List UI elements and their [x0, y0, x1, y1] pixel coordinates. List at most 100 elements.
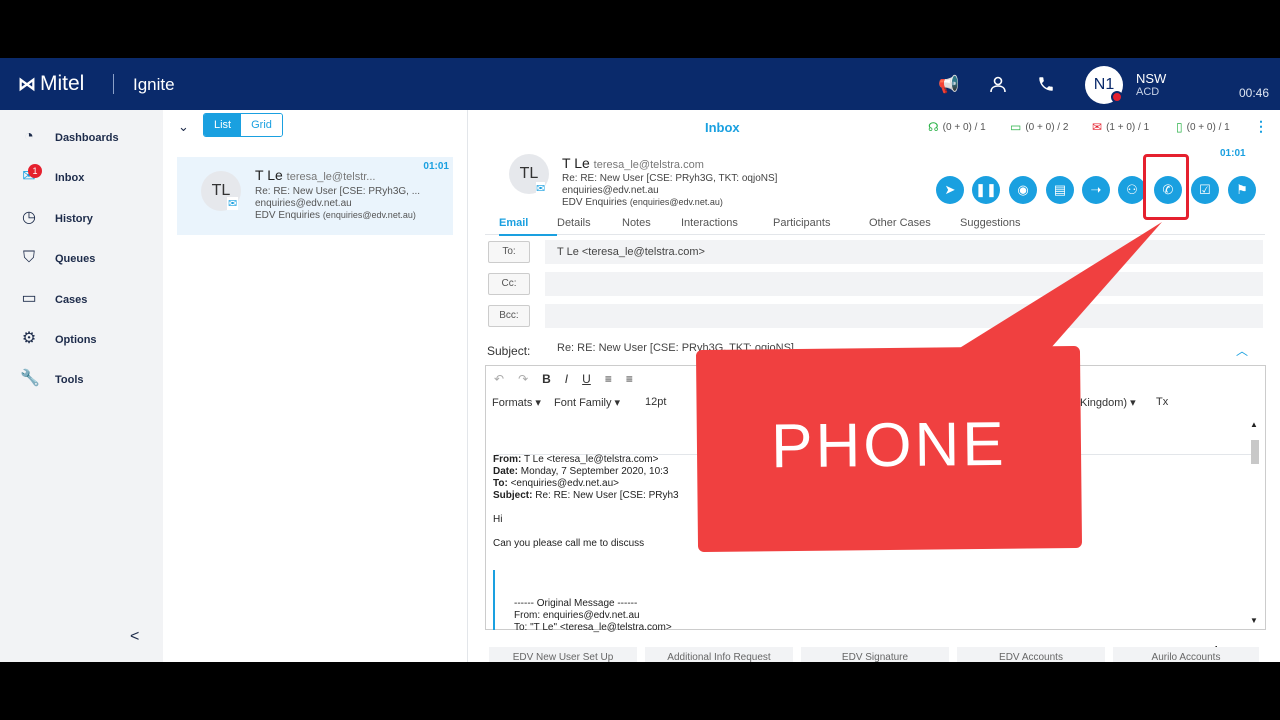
redo-icon[interactable]: ↷	[518, 372, 528, 386]
font-family-dropdown[interactable]: Font Family ▾	[554, 396, 620, 409]
tab-email[interactable]: Email	[499, 217, 528, 229]
body-from: From: T Le <teresa_le@telstra.com>	[493, 454, 658, 465]
collapse-sidebar-button[interactable]: <	[130, 628, 139, 646]
clear-formatting-icon[interactable]: Tx	[1156, 396, 1168, 408]
body-greeting: Hi	[493, 514, 503, 525]
font-size-dropdown[interactable]: 12pt	[645, 396, 666, 408]
bcc-button[interactable]: Bcc:	[488, 305, 530, 327]
original-to: To: "T Le" <teresa_le@telstra.com>	[514, 622, 672, 633]
clipboard-button[interactable]: ▤	[1046, 176, 1074, 204]
chat-queue-stat[interactable]: ▭ (0 + 0) / 2	[1010, 120, 1068, 134]
scroll-up-icon[interactable]: ▲	[1250, 420, 1258, 429]
product-name: Ignite	[133, 75, 175, 94]
users-icon[interactable]	[988, 75, 1008, 95]
body-subject: Subject: Re: RE: New User [CSE: PRyh3	[493, 490, 679, 501]
sidebar-item-inbox[interactable]: ✉ 1 Inbox	[0, 164, 163, 194]
to-field[interactable]: T Le <teresa_le@telstra.com>	[545, 240, 1263, 264]
flag-button[interactable]: ⚑	[1228, 176, 1256, 204]
align-center-icon[interactable]: ≡	[626, 372, 633, 386]
template-button[interactable]: Aurilo Accounts	[1113, 647, 1259, 662]
phone-icon[interactable]	[1036, 75, 1056, 95]
template-button[interactable]: EDV Signature	[801, 647, 949, 662]
sidebar-item-label: Dashboards	[55, 132, 119, 144]
sms-queue-stat[interactable]: ▯ (0 + 0) / 1	[1176, 120, 1230, 134]
contact-queue: EDV Enquiries (enquiries@edv.net.au)	[562, 197, 723, 208]
mitel-logo-icon: ⋈	[18, 73, 36, 94]
sidebar-item-tools[interactable]: 🔧 Tools	[0, 366, 163, 396]
sidebar-item-label: Cases	[55, 294, 88, 306]
formats-dropdown[interactable]: Formats ▾	[492, 396, 541, 409]
tab-interactions[interactable]: Interactions	[681, 217, 738, 229]
more-options-icon[interactable]: ⋮	[1254, 118, 1268, 135]
wrench-icon: 🔧	[20, 370, 40, 387]
date-label: Date:	[493, 466, 519, 477]
callout-text: PHONE	[770, 409, 1008, 482]
chevron-up-icon[interactable]: ︿	[1236, 342, 1248, 359]
mobile-icon: ▯	[1176, 120, 1183, 134]
send-button[interactable]: ➤	[936, 176, 964, 204]
stat-value: (0 + 0) / 1	[942, 121, 986, 133]
sidebar-item-dashboards[interactable]: ◔ Dashboards	[0, 124, 163, 154]
email-queue-stat[interactable]: ✉ (1 + 0) / 1	[1092, 120, 1149, 134]
cc-field[interactable]	[545, 272, 1263, 296]
chat-icon: ▭	[1010, 120, 1022, 134]
template-button[interactable]: EDV Accounts	[957, 647, 1105, 662]
sidebar-item-queues[interactable]: ⛉ Queues	[0, 245, 163, 275]
contact-email: teresa_le@telstra.com	[593, 159, 704, 171]
card-subject: Re: RE: New User [CSE: PRyh3G, ...	[255, 186, 421, 197]
user-status[interactable]: ACD	[1136, 86, 1159, 98]
forward-button[interactable]: ➝	[1082, 176, 1110, 204]
scroll-down-icon[interactable]: ▼	[1250, 616, 1258, 625]
bold-icon[interactable]: B	[542, 372, 551, 386]
italic-icon[interactable]: I	[565, 372, 568, 386]
tab-participants[interactable]: Participants	[773, 217, 830, 229]
sidebar-item-history[interactable]: ◷ History	[0, 205, 163, 235]
sidebar-item-options[interactable]: ⚙ Options	[0, 326, 163, 356]
tab-suggestions[interactable]: Suggestions	[960, 217, 1021, 229]
queue-icon: ⛉	[22, 249, 35, 266]
view-toggle: List Grid	[203, 113, 283, 137]
chevron-down-icon[interactable]: ⌄	[178, 119, 189, 135]
card-queue-email: (enquiries@edv.net.au)	[322, 210, 416, 220]
transfer-button[interactable]: ⚇	[1118, 176, 1146, 204]
editor-scrollbar[interactable]: ▲ ▼	[1248, 420, 1262, 625]
complete-button[interactable]: ☑	[1191, 176, 1219, 204]
gear-icon: ⚙	[21, 330, 37, 347]
interaction-list-panel: ⌄ List Grid TL ✉ T Le teresa_le@telstr..…	[163, 110, 468, 662]
body-message: Can you please call me to discuss	[493, 538, 645, 549]
interaction-card[interactable]: TL ✉ T Le teresa_le@telstr... Re: RE: Ne…	[177, 157, 453, 235]
cc-button[interactable]: Cc:	[488, 273, 530, 295]
card-to: enquiries@edv.net.au	[255, 198, 352, 209]
scroll-thumb[interactable]	[1251, 440, 1259, 464]
list-view-button[interactable]: List	[204, 114, 242, 136]
user-name[interactable]: NSW	[1136, 71, 1166, 86]
tab-details[interactable]: Details	[557, 217, 591, 229]
underline-icon[interactable]: U	[582, 372, 591, 386]
clock-icon: ◷	[22, 209, 36, 226]
subject-label: Subject:	[487, 344, 531, 358]
presence-indicator	[1111, 91, 1123, 103]
to-button[interactable]: To:	[488, 241, 530, 263]
record-button[interactable]: ◉	[1009, 176, 1037, 204]
language-dropdown[interactable]: Kingdom) ▾	[1080, 396, 1136, 409]
voice-queue-stat[interactable]: ☊ (0 + 0) / 1	[928, 120, 986, 134]
template-button[interactable]: EDV New User Set Up	[489, 647, 637, 662]
grid-view-button[interactable]: Grid	[241, 114, 282, 136]
pause-button[interactable]: ❚❚	[972, 176, 1000, 204]
undo-icon[interactable]: ↶	[494, 372, 504, 386]
active-tab-indicator	[499, 234, 557, 236]
card-timer: 01:01	[423, 161, 449, 172]
sidebar-item-cases[interactable]: ▭ Cases	[0, 286, 163, 316]
tab-other-cases[interactable]: Other Cases	[869, 217, 931, 229]
align-left-icon[interactable]: ≡	[605, 372, 612, 386]
megaphone-icon[interactable]: 📢	[938, 75, 959, 95]
tab-notes[interactable]: Notes	[622, 217, 651, 229]
bcc-field[interactable]	[545, 304, 1263, 328]
contact-subject: Re: RE: New User [CSE: PRyh3G, TKT: oqjo…	[562, 173, 778, 184]
original-from: From: enquiries@edv.net.au	[514, 610, 640, 621]
logo-text: Mitel	[40, 72, 85, 95]
contact-name: T Le	[562, 155, 590, 171]
body-to: To: <enquiries@edv.net.au>	[493, 478, 619, 489]
template-button[interactable]: Additional Info Request	[645, 647, 793, 662]
to-value: <enquiries@edv.net.au>	[510, 478, 619, 489]
